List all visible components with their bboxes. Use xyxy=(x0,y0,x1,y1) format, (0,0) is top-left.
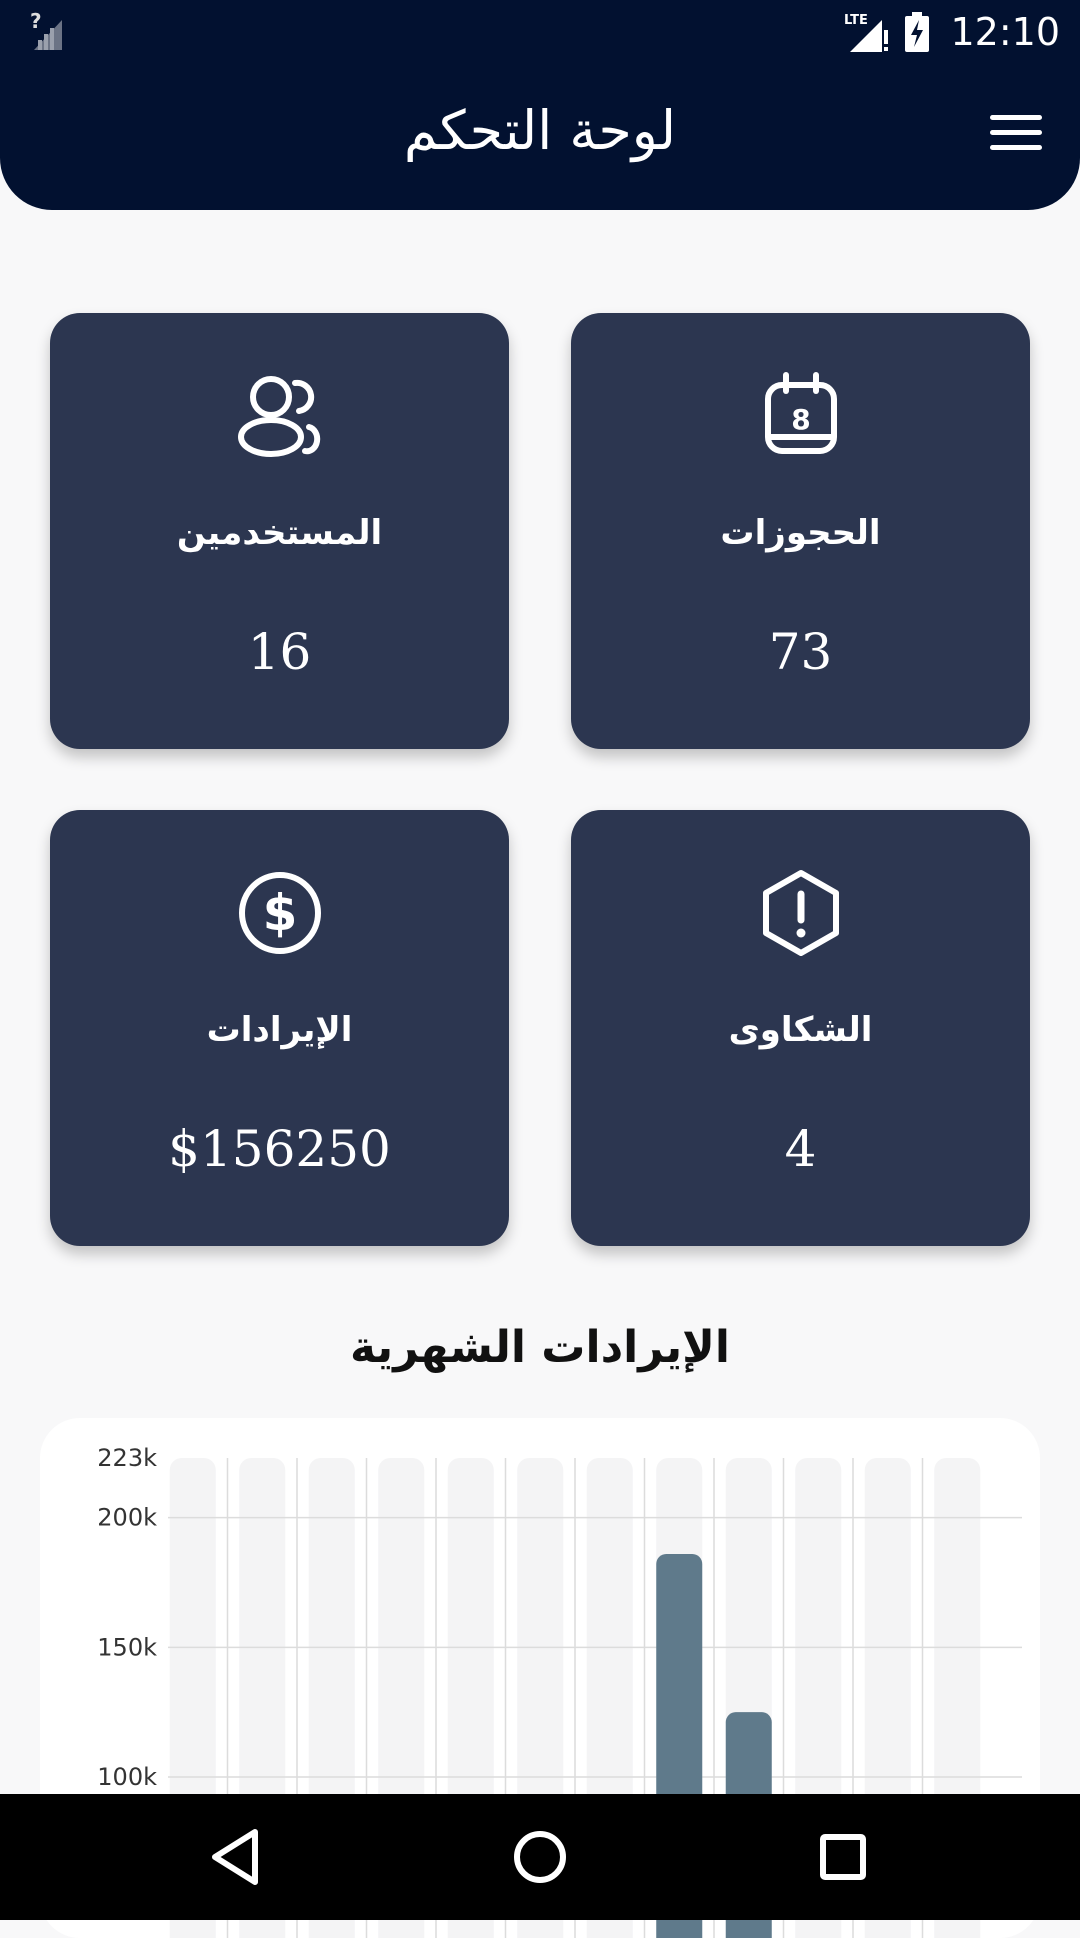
svg-text:8: 8 xyxy=(791,403,810,436)
back-triangle-icon[interactable] xyxy=(203,1824,269,1890)
svg-text:$: $ xyxy=(262,884,297,942)
complaints-card[interactable]: الشكاوى 4 xyxy=(571,810,1030,1246)
calendar-icon: 8 xyxy=(571,371,1030,461)
bookings-card[interactable]: 8 الحجوزات 73 xyxy=(571,313,1030,749)
hamburger-menu-icon[interactable] xyxy=(990,115,1042,155)
app-bar: لوحة التحكم xyxy=(0,63,1080,210)
revenue-value: $156250 xyxy=(168,1120,391,1178)
battery-charging-icon xyxy=(905,12,930,52)
svg-text:?: ? xyxy=(30,10,42,33)
lte-signal-icon: LTE xyxy=(844,13,889,52)
y-tick-label: 100k xyxy=(97,1763,157,1791)
alert-hexagon-icon xyxy=(571,868,1030,958)
revenue-label: الإيرادات xyxy=(206,1010,353,1050)
y-tick-label: 200k xyxy=(97,1504,157,1532)
users-label: المستخدمين xyxy=(176,513,383,553)
system-nav-bar xyxy=(0,1794,1080,1920)
users-icon xyxy=(50,371,509,461)
complaints-label: الشكاوى xyxy=(728,1010,873,1050)
bookings-value: 73 xyxy=(768,623,833,681)
status-time: 12:10 xyxy=(950,10,1060,54)
network-label: LTE xyxy=(844,13,868,28)
bookings-label: الحجوزات xyxy=(720,513,881,553)
users-value: 16 xyxy=(247,623,312,681)
revenue-card[interactable]: $ الإيرادات $156250 xyxy=(50,810,509,1246)
home-circle-icon[interactable] xyxy=(507,1824,573,1890)
page-title: لوحة التحكم xyxy=(403,99,677,162)
recents-square-icon[interactable] xyxy=(810,1824,876,1890)
status-bar: ? LTE 12:10 xyxy=(0,0,1080,63)
y-tick-label: 223k xyxy=(97,1444,157,1472)
monthly-revenue-title: الإيرادات الشهرية xyxy=(349,1322,730,1373)
y-tick-label: 150k xyxy=(97,1633,157,1661)
users-card[interactable]: المستخدمين 16 xyxy=(50,313,509,749)
signal-unknown-icon: ? xyxy=(30,10,62,50)
dollar-circle-icon: $ xyxy=(50,868,509,958)
complaints-value: 4 xyxy=(784,1120,817,1178)
